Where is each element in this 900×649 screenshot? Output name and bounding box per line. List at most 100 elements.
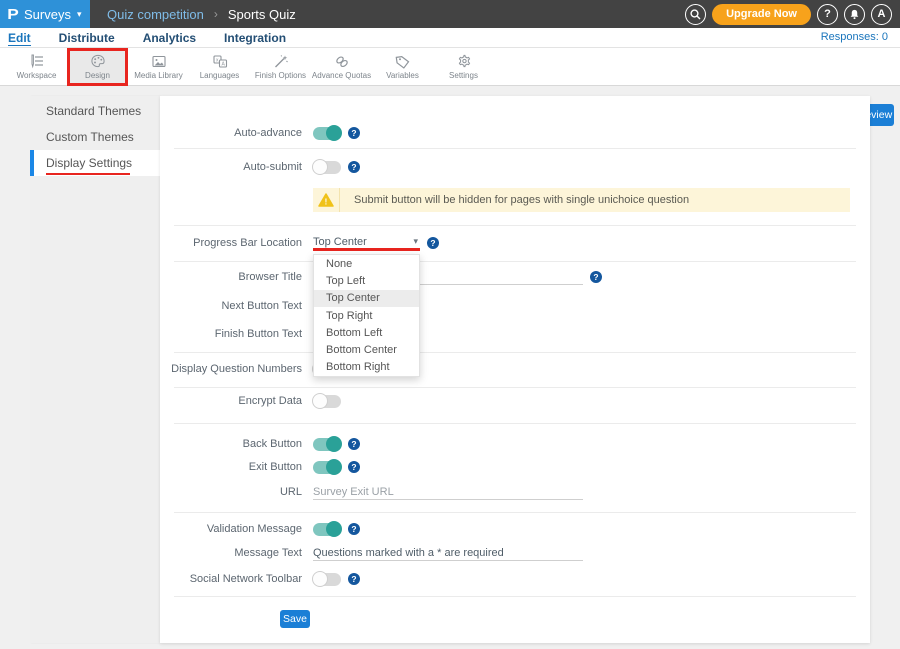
menu-option-none[interactable]: None [314,255,419,272]
warning-icon-zone: ! [313,188,340,212]
svg-text:!: ! [325,198,328,207]
settings-gear-icon [456,54,472,69]
product-name: Surveys [24,7,71,22]
next-button-text-row: Next Button Text [160,296,870,316]
toggle-knob [326,459,342,475]
divider [174,387,856,388]
tab-integration[interactable]: Integration [224,31,286,45]
toggle-knob [312,159,328,175]
auto-advance-label: Auto-advance [160,127,302,139]
product-switcher[interactable]: P Surveys ▾ [0,0,90,28]
social-network-toolbar-toggle[interactable] [313,573,341,586]
design-sidebar: Standard Themes Custom Themes Display Se… [30,96,160,643]
divider [174,423,856,424]
finish-options-wand-icon [273,54,289,69]
sidebar-item-label: Custom Themes [46,130,134,144]
toolbar-item-variables[interactable]: Variables [372,48,433,86]
languages-icon: xA [212,54,228,69]
bell-icon [849,9,860,20]
variables-tag-icon [395,54,411,69]
menu-option-top-left[interactable]: Top Left [314,272,419,289]
message-text-input[interactable] [313,545,583,561]
save-button[interactable]: Save [280,610,310,628]
menu-option-top-center[interactable]: Top Center [314,290,419,307]
toolbar-item-label: Finish Options [255,71,306,80]
exit-button-toggle[interactable] [313,461,341,474]
menu-option-top-right[interactable]: Top Right [314,307,419,324]
social-network-toolbar-label: Social Network Toolbar [160,573,302,585]
auto-advance-toggle[interactable] [313,127,341,140]
toggle-knob [326,125,342,141]
exit-button-label: Exit Button [160,461,302,473]
divider [174,352,856,353]
toggle-knob [326,521,342,537]
tab-analytics[interactable]: Analytics [143,31,196,45]
toolbar-item-label: Design [85,71,110,80]
progress-bar-location-select[interactable]: Top Center ▾ [313,235,420,251]
menu-option-bottom-right[interactable]: Bottom Right [314,359,419,376]
sidebar-item-custom-themes[interactable]: Custom Themes [30,124,160,150]
survey-nav-tabs: Edit Distribute Analytics Integration [8,28,286,48]
encrypt-data-row: Encrypt Data [160,391,870,411]
divider [174,261,856,262]
upgrade-now-button[interactable]: Upgrade Now [712,4,811,25]
auto-submit-help-icon[interactable]: ? [348,161,360,173]
display-settings-panel: Auto-advance ? Auto-submit ? ! Submit bu… [160,96,870,643]
app-root: P Surveys ▾ Quiz competition › Sports Qu… [0,0,900,649]
tab-edit[interactable]: Edit [8,31,31,46]
breadcrumb-parent[interactable]: Quiz competition [107,7,204,22]
breadcrumb-current: Sports Quiz [228,7,296,22]
back-button-help-icon[interactable]: ? [348,438,360,450]
auto-advance-row: Auto-advance ? [160,123,870,143]
back-button-label: Back Button [160,438,302,450]
encrypt-data-toggle[interactable] [313,395,341,408]
auto-advance-help-icon[interactable]: ? [348,127,360,139]
tab-distribute[interactable]: Distribute [59,31,115,45]
exit-button-help-icon[interactable]: ? [348,461,360,473]
display-question-numbers-row: Display Question Numbers [160,359,870,379]
search-icon [690,9,701,20]
notifications-button[interactable] [844,4,865,25]
toolbar-item-workspace[interactable]: Workspace [6,48,67,86]
menu-option-bottom-left[interactable]: Bottom Left [314,324,419,341]
validation-message-toggle[interactable] [313,523,341,536]
divider [174,596,856,597]
progress-bar-help-icon[interactable]: ? [427,237,439,249]
search-button[interactable] [685,4,706,25]
progress-bar-location-label: Progress Bar Location [160,237,302,249]
toolbar-item-settings[interactable]: Settings [433,48,494,86]
menu-option-bottom-center[interactable]: Bottom Center [314,341,419,358]
media-library-icon [151,54,167,69]
help-button[interactable]: ? [817,4,838,25]
top-bar: P Surveys ▾ Quiz competition › Sports Qu… [0,0,900,28]
sidebar-item-label: Standard Themes [46,104,141,118]
toolbar-item-languages[interactable]: xA Languages [189,48,250,86]
toolbar-item-finish-options[interactable]: Finish Options [250,48,311,86]
toggle-knob [312,571,328,587]
toolbar-item-label: Languages [200,71,240,80]
responses-count[interactable]: Responses: 0 [821,31,888,43]
next-button-text-label: Next Button Text [160,300,302,312]
exit-url-input[interactable] [313,484,583,500]
toolbar-item-design[interactable]: Design [67,48,128,86]
account-avatar[interactable]: A [871,4,892,25]
validation-message-help-icon[interactable]: ? [348,523,360,535]
sidebar-item-standard-themes[interactable]: Standard Themes [30,98,160,124]
auto-submit-toggle[interactable] [313,161,341,174]
exit-url-row: URL [160,482,870,502]
back-button-toggle[interactable] [313,438,341,451]
top-bar-actions: Upgrade Now ? A [685,0,892,28]
toolbar-item-advance-quotas[interactable]: Advance Quotas [311,48,372,86]
warning-text: Submit button will be hidden for pages w… [354,194,689,206]
design-palette-icon [90,54,106,69]
exit-button-row: Exit Button ? [160,457,870,477]
social-network-toolbar-help-icon[interactable]: ? [348,573,360,585]
browser-title-help-icon[interactable]: ? [590,271,602,283]
sidebar-item-display-settings[interactable]: Display Settings [30,150,160,176]
toolbar-items: Workspace Design Media Library xA Langua… [6,48,494,86]
progress-bar-location-menu: None Top Left Top Center Top Right Botto… [313,254,420,377]
question-mark-icon: ? [824,8,831,20]
display-question-numbers-label: Display Question Numbers [160,363,302,375]
toolbar-item-media-library[interactable]: Media Library [128,48,189,86]
toggle-knob [326,436,342,452]
